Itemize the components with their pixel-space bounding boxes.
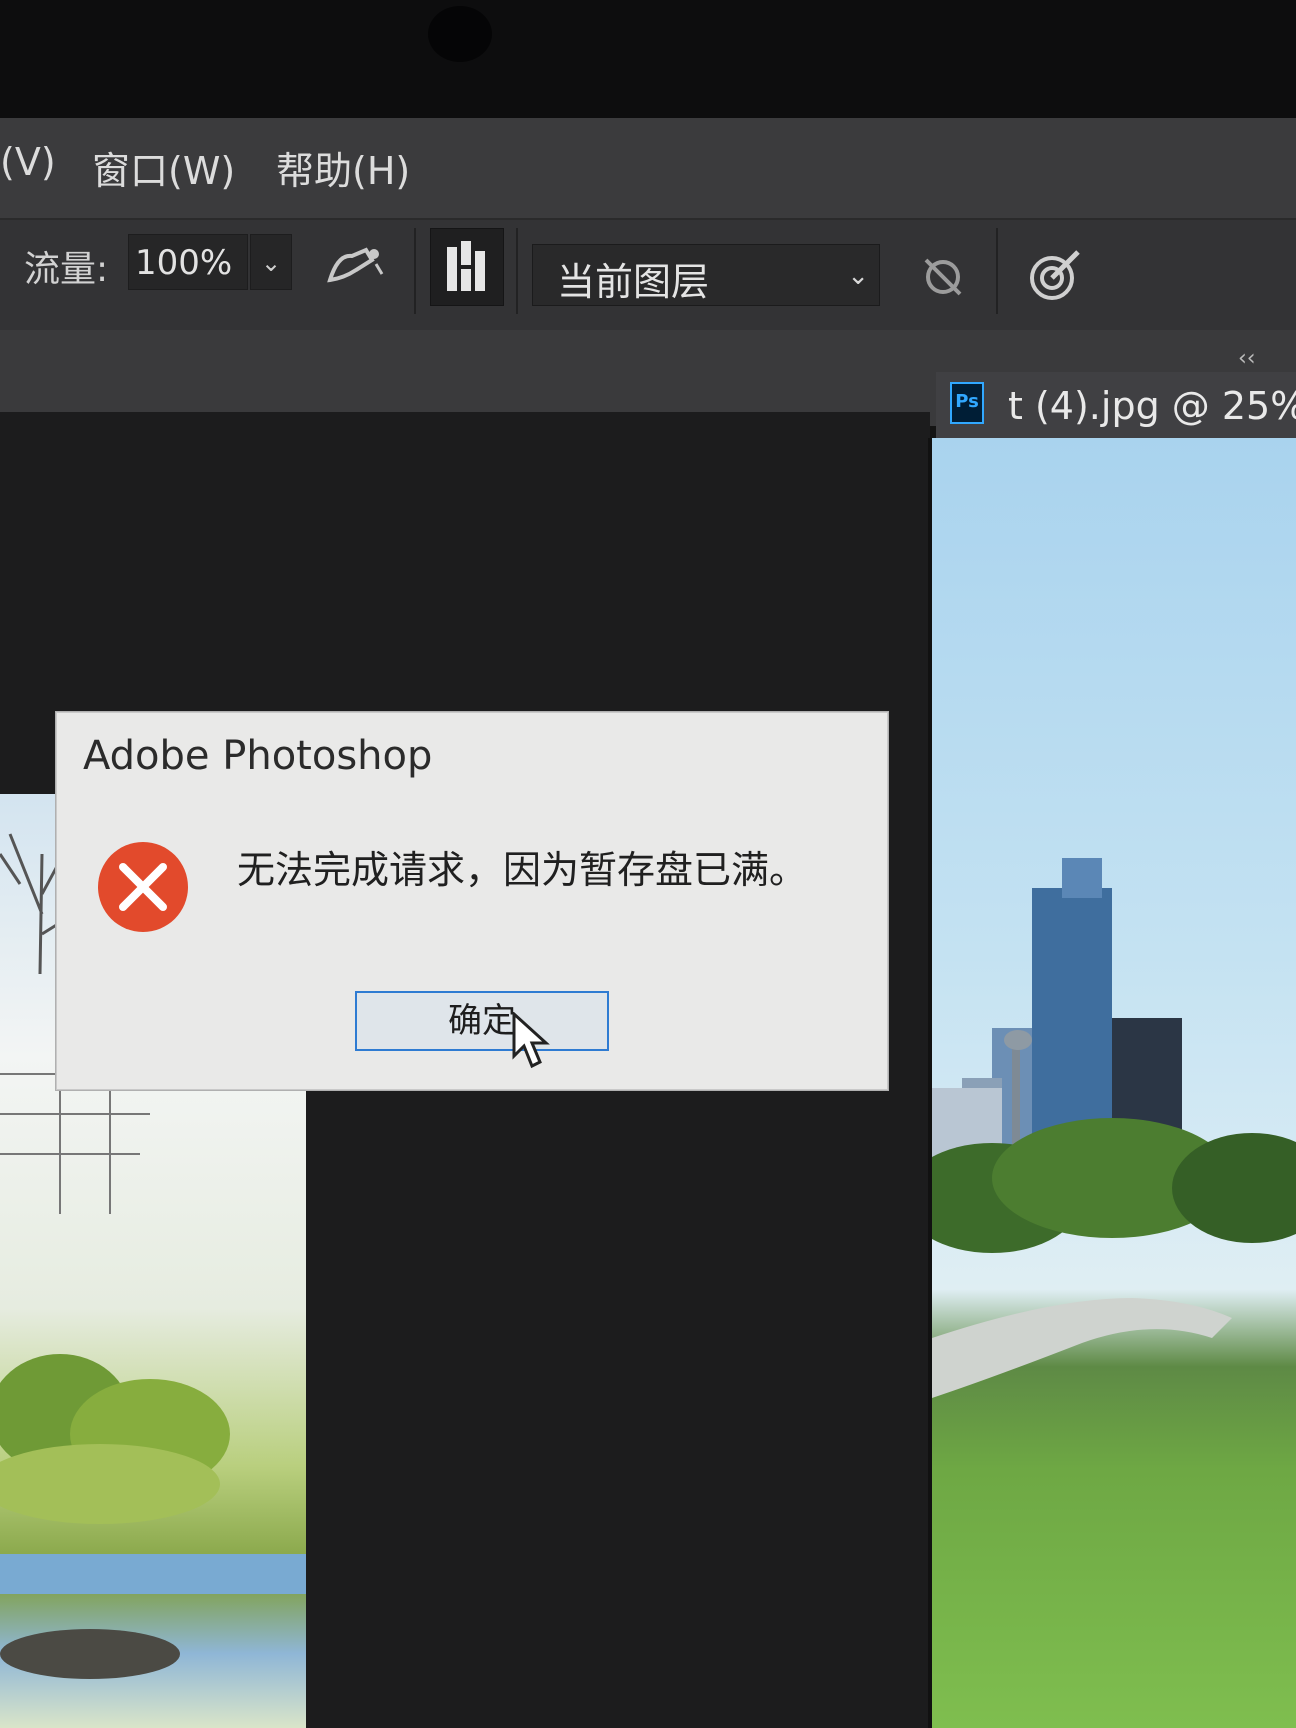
flow-dropdown-button[interactable]: ⌄ — [250, 234, 292, 290]
error-dialog: Adobe Photoshop 无法完成请求，因为暂存盘已满。 确定 — [56, 712, 888, 1090]
webcam — [428, 6, 492, 62]
flow-input[interactable]: 100% — [128, 234, 248, 290]
ok-button[interactable]: 确定 — [355, 991, 609, 1051]
sample-layer-select[interactable]: 当前图层 ⌄ — [532, 244, 880, 306]
separator — [516, 228, 518, 314]
flow-label: 流量: — [24, 249, 109, 290]
chevron-down-icon: ⌄ — [847, 261, 869, 291]
menu-item-view[interactable]: (V) — [0, 140, 56, 184]
pressure-icon[interactable] — [1028, 246, 1084, 306]
aligned-toggle-button[interactable] — [430, 228, 504, 306]
separator — [414, 228, 416, 314]
error-icon — [95, 839, 191, 939]
document-tab-title: t (4).jpg @ 25% (R — [1008, 384, 1296, 428]
collapse-panels-icon[interactable]: ‹‹ — [1238, 346, 1256, 371]
menu-item-help[interactable]: 帮助(H) — [276, 140, 410, 195]
mouse-pointer-icon — [512, 1010, 552, 1074]
photoshop-icon: Ps — [950, 382, 984, 424]
dialog-title: Adobe Photoshop — [83, 733, 433, 779]
dialog-message: 无法完成请求，因为暂存盘已满。 — [237, 848, 808, 892]
separator — [996, 228, 998, 314]
airbrush-icon[interactable] — [326, 244, 386, 294]
chevron-down-icon: ⌄ — [260, 249, 282, 277]
city-park-document-image — [928, 438, 1296, 1728]
menu-bar: (V) 窗口(W) 帮助(H) — [0, 118, 1296, 218]
ignore-adjustment-layers-icon[interactable] — [920, 254, 966, 304]
aligned-icon — [447, 241, 485, 291]
screen-bezel — [0, 0, 1296, 118]
menu-item-window[interactable]: 窗口(W) — [92, 140, 235, 195]
sample-select-value: 当前图层 — [557, 260, 710, 304]
tool-options-bar: 流量: 100% ⌄ 当前图层 ⌄ — [0, 218, 1296, 332]
document-tab[interactable]: Ps t (4).jpg @ 25% (R — [936, 372, 1296, 438]
